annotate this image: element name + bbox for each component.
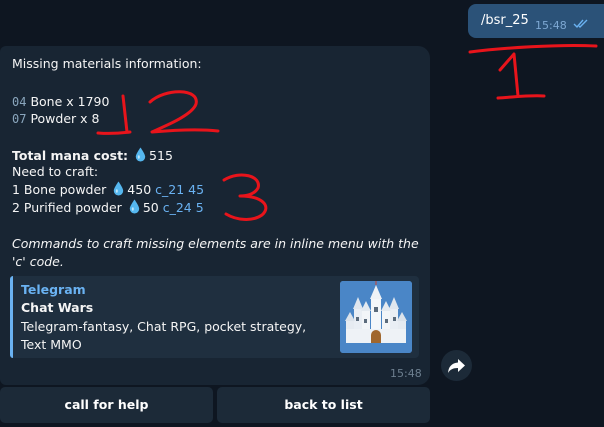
preview-description: Telegram-fantasy, Chat RPG, pocket strat… [21, 319, 307, 352]
castle-image[interactable] [340, 281, 412, 353]
missing-item: 04 Bone x 1790 [12, 94, 109, 109]
outgoing-message[interactable]: /bsr_25 15:48 [468, 4, 604, 38]
craft-command-link[interactable]: c_21 45 [155, 182, 204, 197]
craft-item: 2 Purified powder 50 c_24 5 [12, 199, 204, 215]
message-time: 15:48 [390, 367, 422, 380]
droplet-icon [129, 199, 140, 214]
outgoing-time: 15:48 [535, 19, 567, 32]
item-code: 04 [12, 95, 27, 109]
castle-icon [340, 281, 412, 353]
outgoing-command: /bsr_25 [481, 13, 529, 28]
droplet-icon [135, 147, 146, 162]
craft-item: 1 Bone powder 450 c_21 45 [12, 181, 204, 197]
craft-item-text: 2 Purified powder [12, 200, 122, 215]
forward-button[interactable] [441, 350, 472, 381]
craft-item-text: 1 Bone powder [12, 182, 107, 197]
preview-site-name: Telegram [21, 282, 86, 297]
call-for-help-button[interactable]: call for help [0, 387, 213, 423]
craft-item-mana: 50 [142, 200, 159, 215]
need-to-craft-label: Need to craft: [12, 164, 99, 179]
total-mana-line: Total mana cost: 515 [12, 147, 173, 163]
incoming-message[interactable]: Missing materials information: 04 Bone x… [0, 46, 430, 385]
missing-item: 07 Powder x 8 [12, 111, 99, 126]
back-to-list-button[interactable]: back to list [217, 387, 430, 423]
double-check-icon [573, 19, 588, 29]
craft-item-mana: 450 [127, 182, 152, 197]
item-text: Bone x 1790 [30, 94, 110, 109]
item-text: Powder x 8 [30, 111, 100, 126]
craft-note: Commands to craft missing elements are i… [12, 236, 419, 269]
link-preview[interactable]: Telegram Chat Wars Telegram-fantasy, Cha… [10, 276, 419, 358]
preview-accent-bar [10, 276, 13, 358]
message-header: Missing materials information: [12, 56, 202, 71]
preview-title: Chat Wars [21, 300, 94, 315]
total-mana-value: 515 [149, 148, 173, 163]
forward-arrow-icon [448, 359, 465, 373]
annotation-1 [468, 43, 598, 100]
item-code: 07 [12, 112, 27, 126]
total-mana-label: Total mana cost: [12, 148, 129, 163]
craft-command-link[interactable]: c_24 5 [163, 200, 204, 215]
droplet-icon [114, 181, 124, 196]
